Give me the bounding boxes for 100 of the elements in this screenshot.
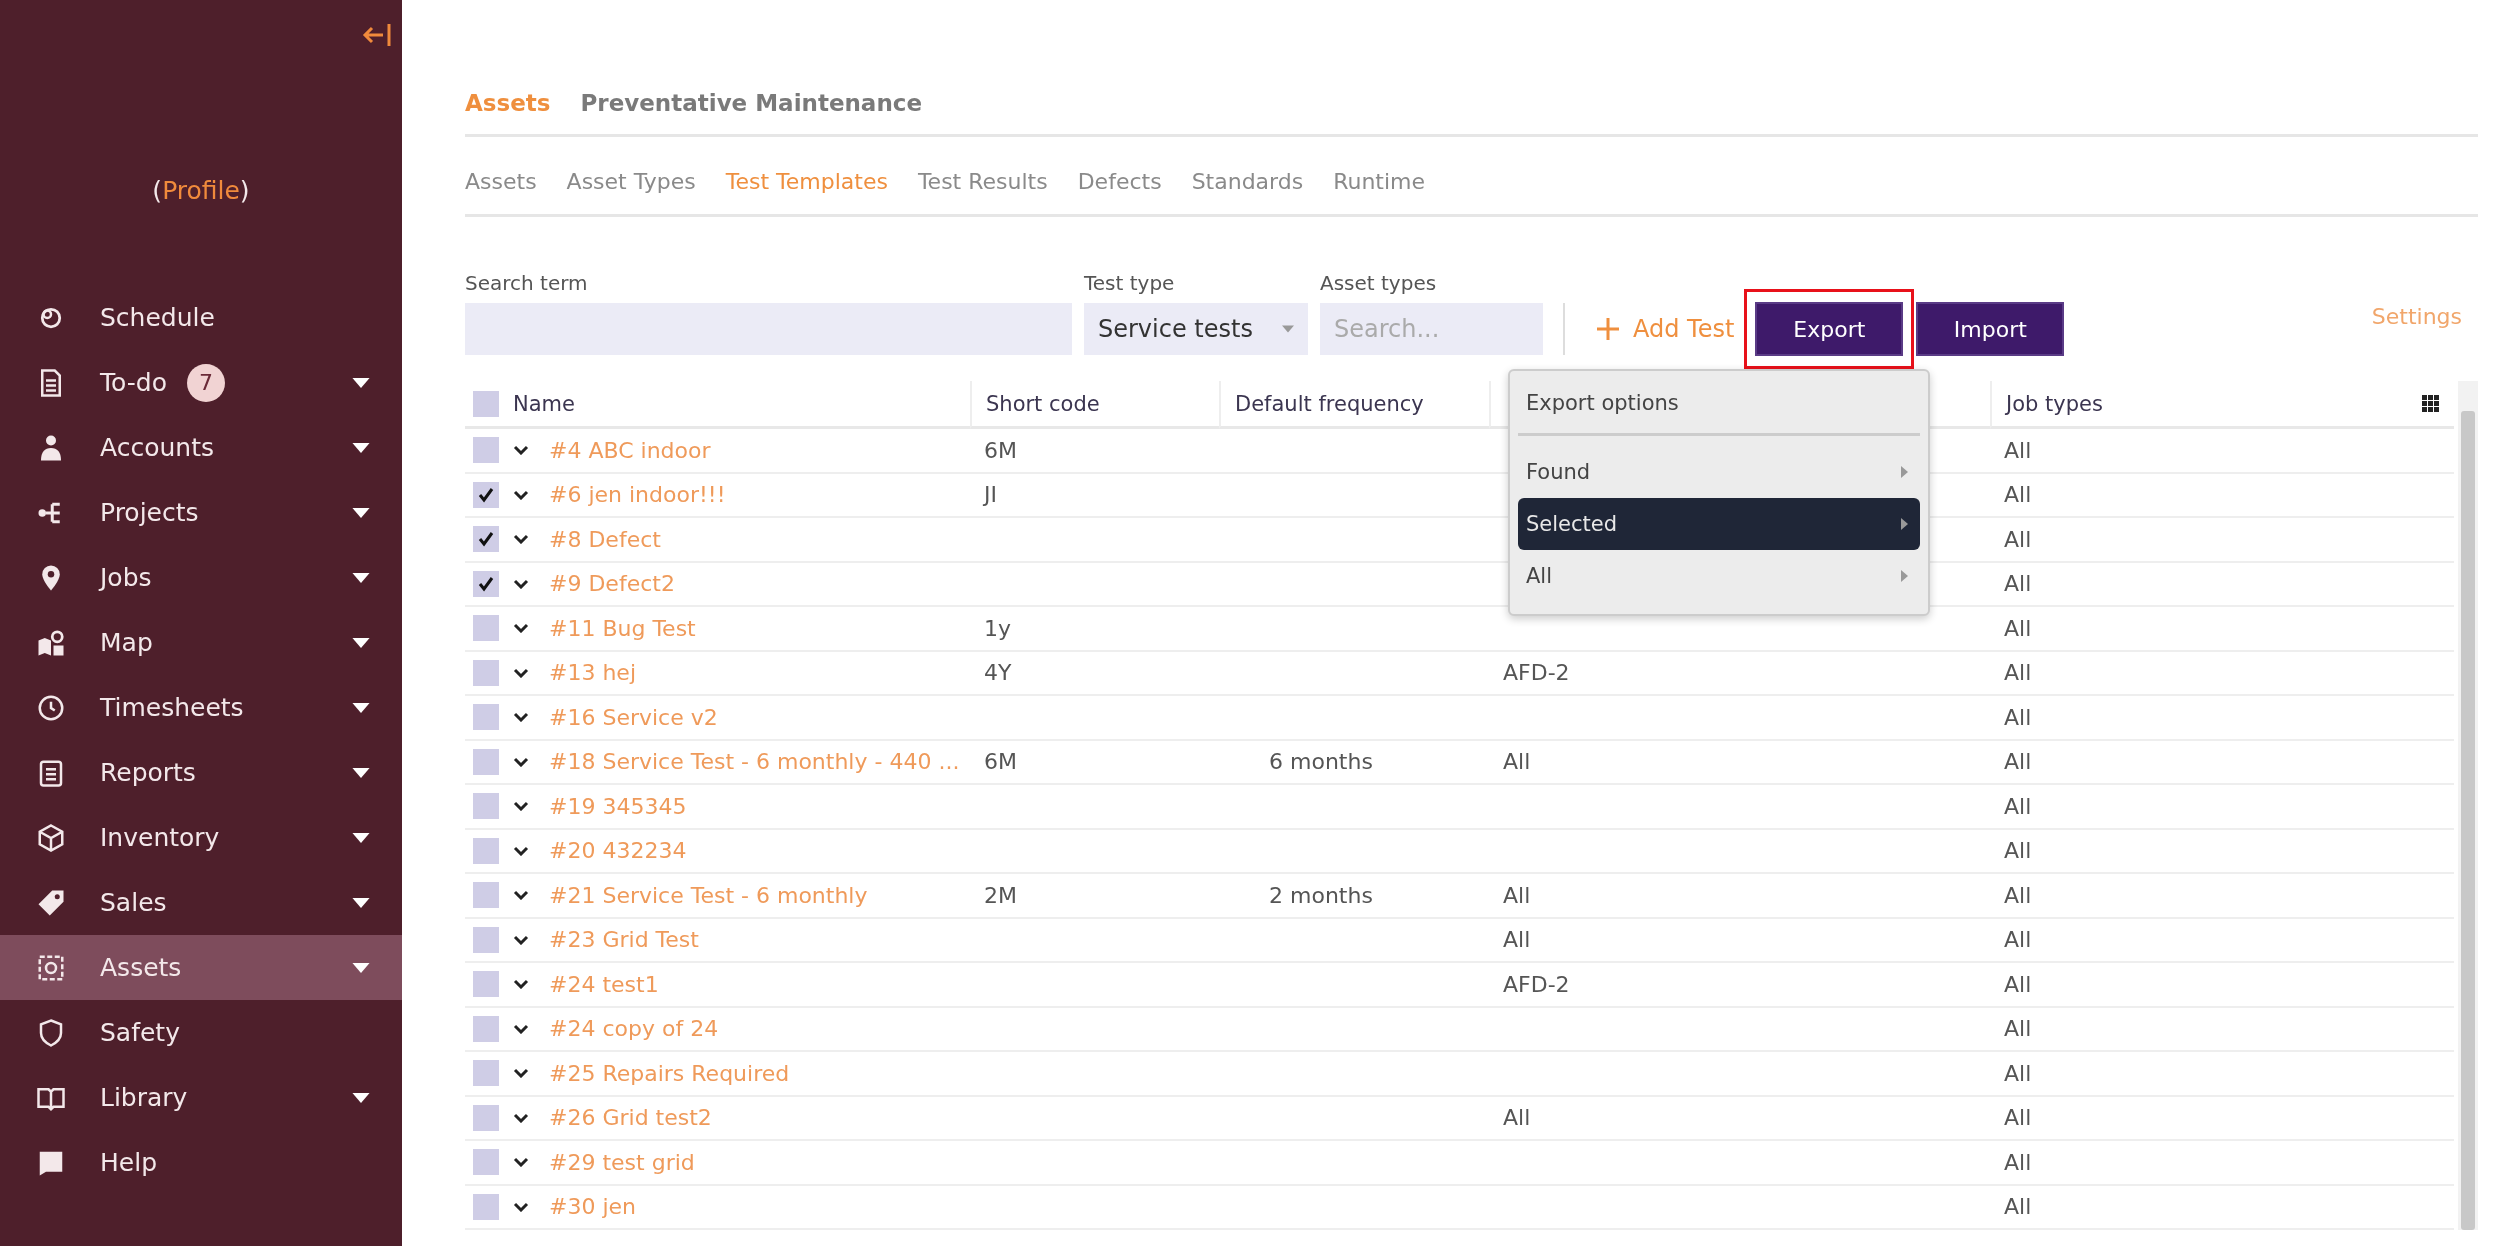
chevron-down-icon[interactable]: [513, 445, 529, 456]
sub-tab[interactable]: Test Templates: [725, 169, 888, 194]
sidebar-item[interactable]: To-do 7: [0, 350, 402, 415]
template-link[interactable]: #24 copy of 24: [549, 1016, 719, 1042]
checkbox[interactable]: [473, 437, 499, 464]
count-badge: 7: [186, 363, 225, 402]
menu-item[interactable]: All: [1518, 550, 1920, 602]
menu-item[interactable]: Found: [1518, 446, 1920, 498]
section-tab[interactable]: Assets: [465, 90, 551, 116]
checkbox[interactable]: [473, 837, 499, 864]
export-button[interactable]: Export: [1755, 302, 1904, 356]
submenu-arrow-icon: [1901, 466, 1908, 478]
sidebar-item[interactable]: Schedule: [0, 285, 402, 350]
checkbox[interactable]: [473, 481, 499, 508]
section-tab[interactable]: Preventative Maintenance: [580, 90, 922, 116]
template-link[interactable]: #26 Grid test2: [549, 1105, 712, 1131]
checkbox[interactable]: [473, 926, 499, 953]
checkbox[interactable]: [473, 1193, 499, 1220]
sub-tab[interactable]: Runtime: [1333, 169, 1426, 194]
checkbox[interactable]: [473, 570, 499, 597]
asset-types-field[interactable]: Search...: [1320, 303, 1543, 355]
checkbox[interactable]: [473, 882, 499, 909]
sidebar-item[interactable]: Library: [0, 1065, 402, 1130]
checkbox[interactable]: [473, 615, 499, 642]
sub-tab[interactable]: Assets: [465, 169, 537, 194]
sidebar-item[interactable]: Jobs: [0, 545, 402, 610]
template-link[interactable]: #6 jen indoor!!!: [549, 482, 726, 508]
sidebar-item[interactable]: Sales: [0, 870, 402, 935]
template-link[interactable]: #18 Service Test - 6 monthly - 440 ...: [549, 749, 960, 775]
chevron-down-icon[interactable]: [513, 1068, 529, 1079]
checkbox[interactable]: [473, 704, 499, 731]
template-link[interactable]: #23 Grid Test: [549, 927, 699, 953]
template-link[interactable]: #30 jen: [549, 1194, 636, 1220]
add-test-button[interactable]: Add Test: [1597, 303, 1735, 355]
checkbox[interactable]: [473, 971, 499, 998]
sidebar-item[interactable]: Safety: [0, 1000, 402, 1065]
template-link[interactable]: #19 345345: [549, 793, 687, 819]
sub-tab[interactable]: Defects: [1077, 169, 1162, 194]
profile-link[interactable]: Profile: [162, 176, 240, 205]
template-link[interactable]: #9 Defect2: [549, 571, 675, 597]
scrollbar[interactable]: [2458, 381, 2478, 1230]
template-link[interactable]: #11 Bug Test: [549, 615, 696, 641]
sidebar-item[interactable]: Accounts: [0, 415, 402, 480]
chevron-down-icon[interactable]: [513, 489, 529, 500]
import-button[interactable]: Import: [1916, 302, 2065, 356]
chevron-down-icon[interactable]: [513, 1112, 529, 1123]
submenu-arrow-icon: [1901, 570, 1908, 582]
chevron-down-icon[interactable]: [513, 845, 529, 856]
chevron-down-icon[interactable]: [513, 534, 529, 545]
checkbox[interactable]: [473, 1015, 499, 1042]
checkbox[interactable]: [473, 1104, 499, 1131]
checkbox[interactable]: [473, 793, 499, 820]
template-link[interactable]: #21 Service Test - 6 monthly: [549, 882, 868, 908]
chevron-down-icon[interactable]: [513, 623, 529, 634]
sub-tab[interactable]: Asset Types: [566, 169, 696, 194]
checkbox[interactable]: [473, 1060, 499, 1087]
chevron-down-icon[interactable]: [513, 801, 529, 812]
chevron-down-icon[interactable]: [513, 890, 529, 901]
template-link[interactable]: #20 432234: [549, 838, 687, 864]
template-link[interactable]: #25 Repairs Required: [549, 1060, 790, 1086]
collapse-arrow-icon[interactable]: [362, 22, 392, 48]
checkbox[interactable]: [473, 1149, 499, 1176]
checkbox[interactable]: [473, 390, 499, 417]
table-cell: 1y: [984, 615, 1012, 641]
column-header[interactable]: Short code: [986, 391, 1100, 416]
sidebar-item[interactable]: Timesheets: [0, 675, 402, 740]
template-link[interactable]: #13 hej: [549, 660, 636, 686]
column-header[interactable]: Name: [513, 391, 575, 416]
chevron-down-icon[interactable]: [513, 578, 529, 589]
sidebar-item[interactable]: Help: [0, 1130, 402, 1195]
chevron-down-icon[interactable]: [513, 667, 529, 678]
column-header[interactable]: Default frequency: [1235, 391, 1424, 416]
checkbox[interactable]: [473, 748, 499, 775]
sidebar-item[interactable]: Map: [0, 610, 402, 675]
chevron-down-icon[interactable]: [513, 756, 529, 767]
checkbox[interactable]: [473, 526, 499, 553]
test-type-select[interactable]: Service tests: [1084, 303, 1308, 355]
sub-tab[interactable]: Test Results: [917, 169, 1048, 194]
menu-item[interactable]: Selected: [1518, 498, 1920, 550]
template-link[interactable]: #29 test grid: [549, 1149, 695, 1175]
chevron-down-icon[interactable]: [513, 1201, 529, 1212]
checkbox[interactable]: [473, 659, 499, 686]
sub-tab[interactable]: Standards: [1191, 169, 1304, 194]
chevron-down-icon[interactable]: [513, 1157, 529, 1168]
chevron-down-icon[interactable]: [513, 712, 529, 723]
grid-icon[interactable]: [2422, 394, 2440, 413]
template-link[interactable]: #8 Defect: [549, 526, 661, 552]
template-link[interactable]: #24 test1: [549, 971, 659, 997]
settings-link[interactable]: Settings: [2371, 304, 2462, 329]
chevron-down-icon[interactable]: [513, 934, 529, 945]
sidebar-item[interactable]: Assets: [0, 935, 402, 1000]
chevron-down-icon[interactable]: [513, 979, 529, 990]
table-cell: All: [2004, 1016, 2032, 1042]
chevron-down-icon[interactable]: [513, 1023, 529, 1034]
sidebar-item[interactable]: Reports: [0, 740, 402, 805]
column-header[interactable]: Job types: [2006, 391, 2103, 416]
template-link[interactable]: #16 Service v2: [549, 704, 718, 730]
template-link[interactable]: #4 ABC indoor: [549, 437, 711, 463]
sidebar-item[interactable]: Projects: [0, 480, 402, 545]
sidebar-item[interactable]: Inventory: [0, 805, 402, 870]
